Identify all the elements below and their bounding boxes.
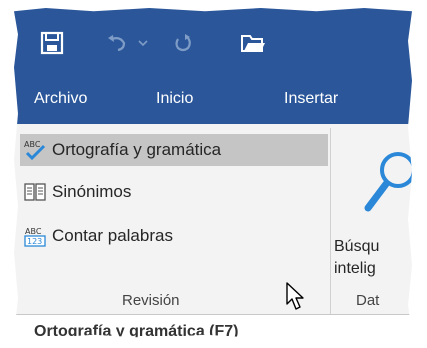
redo-icon[interactable]: [172, 28, 194, 58]
word-count-button[interactable]: ABC 123 Contar palabras: [20, 220, 179, 252]
svg-text:ABC: ABC: [24, 140, 41, 149]
group-label-datos: Dat: [356, 292, 380, 309]
save-icon[interactable]: [40, 28, 64, 58]
tooltip-title: Ortografía y gramática (F7): [34, 323, 239, 338]
word-count-icon: ABC 123: [24, 225, 46, 247]
thesaurus-label: Sinónimos: [52, 182, 132, 201]
thesaurus-icon: [24, 181, 46, 203]
svg-text:123: 123: [27, 237, 42, 246]
smart-lookup-line2: intelig: [334, 260, 376, 277]
open-folder-icon[interactable]: [240, 28, 266, 58]
word-count-label: Contar palabras: [52, 226, 173, 245]
thesaurus-button[interactable]: Sinónimos: [20, 176, 137, 208]
spelling-grammar-label: Ortografía y gramática: [52, 140, 222, 159]
undo-dropdown-icon[interactable]: [138, 28, 148, 58]
spelling-check-icon: ABC: [24, 139, 46, 161]
quick-access-toolbar: [14, 8, 412, 78]
smart-lookup-label: Búsqu intelig: [334, 236, 379, 280]
word-ribbon-screenshot: Archivo Inicio Insertar ABC Ortografía y…: [14, 8, 412, 338]
group-label-revision: Revisión: [122, 292, 180, 309]
magnifier-icon: [364, 152, 412, 220]
spelling-grammar-button[interactable]: ABC Ortografía y gramática: [20, 134, 328, 166]
ribbon-tabs: Archivo Inicio Insertar: [14, 78, 412, 124]
group-separator: [330, 128, 331, 314]
tooltip: Ortografía y gramática (F7): [14, 314, 412, 338]
tab-archivo[interactable]: Archivo: [34, 90, 87, 108]
tab-insertar[interactable]: Insertar: [284, 90, 338, 108]
mouse-cursor-icon: [286, 282, 308, 316]
tab-inicio[interactable]: Inicio: [156, 90, 193, 108]
smart-lookup-line1: Búsqu: [334, 238, 380, 255]
ribbon-panel: ABC Ortografía y gramática Sinónimos ABC…: [14, 124, 412, 314]
undo-icon[interactable]: [106, 28, 128, 58]
svg-text:ABC: ABC: [25, 227, 42, 236]
